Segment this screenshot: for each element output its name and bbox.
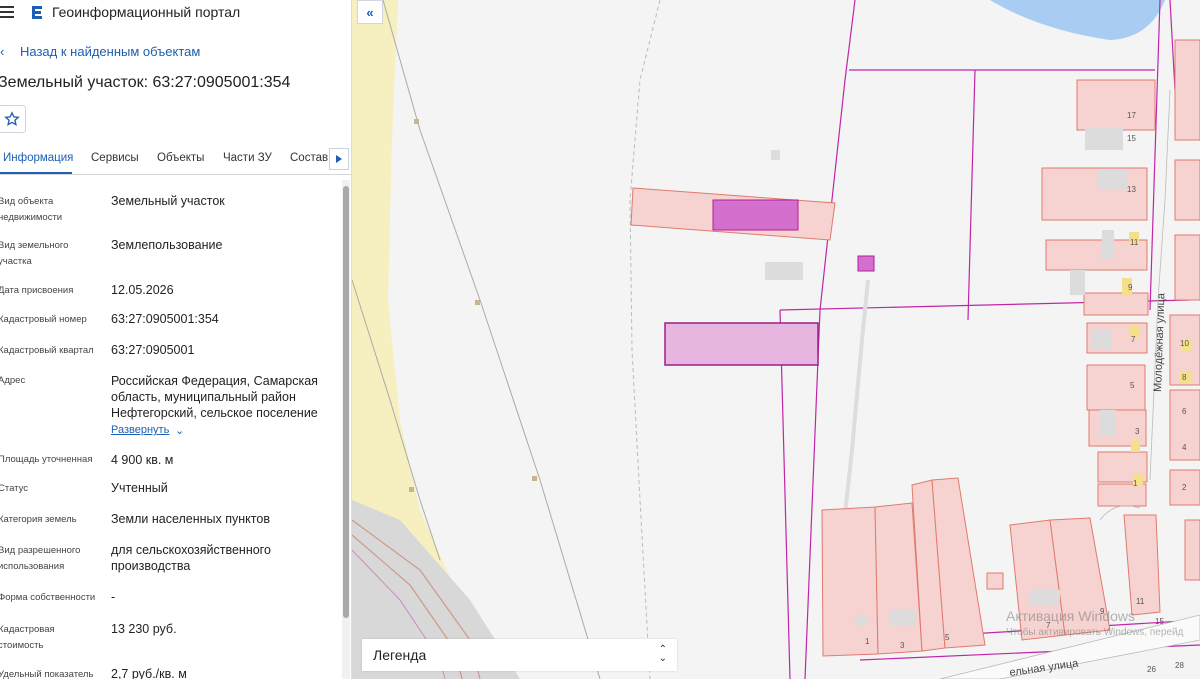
row-value-address: Российская Федерация, Самарская область,…: [111, 374, 318, 420]
svg-text:15: 15: [1127, 134, 1136, 143]
grey-building-1: [765, 262, 803, 280]
row-value-area: 4 900 кв. м: [111, 453, 174, 467]
row-label-object-type: Вид объекта недвижимости: [0, 196, 63, 223]
chevron-right-icon: [336, 155, 342, 163]
portal-logo-icon: [32, 6, 42, 19]
back-label: Назад к найденным объектам: [20, 44, 201, 59]
row-label-parcel-type: Вид земельного участка: [0, 240, 69, 267]
svg-text:6: 6: [1182, 407, 1187, 416]
svg-text:7: 7: [1131, 335, 1136, 344]
svg-text:5: 5: [945, 633, 950, 642]
row-value-cadastral-block: 63:27:0905001: [111, 343, 195, 357]
grey-building-2: [771, 150, 780, 160]
selected-parcel[interactable]: [664, 322, 819, 366]
favorite-button[interactable]: [0, 105, 26, 133]
svg-text:1: 1: [1133, 479, 1138, 488]
row-label-assign-date: Дата присвоения: [0, 285, 74, 296]
svg-text:4: 4: [1182, 443, 1187, 452]
row-label-ownership: Форма собственности: [0, 592, 96, 603]
svg-text:28: 28: [1175, 661, 1184, 670]
svg-text:3: 3: [900, 641, 905, 650]
svg-text:17: 17: [1127, 111, 1136, 120]
tabs-scroll-right-button[interactable]: [329, 148, 349, 170]
collapse-panel-button[interactable]: «: [357, 0, 383, 24]
legend-label: Легенда: [373, 647, 427, 663]
tab-info[interactable]: Информация: [3, 152, 73, 164]
row-label-area: Площадь уточненная: [0, 454, 93, 465]
chevron-down-icon[interactable]: ⌄: [175, 424, 184, 437]
star-icon: [4, 111, 20, 126]
row-label-status: Статус: [0, 483, 29, 494]
page-title: Земельный участок: 63:27:0905001:354: [0, 74, 291, 91]
tab-objects[interactable]: Объекты: [157, 152, 204, 164]
tab-services[interactable]: Сервисы: [91, 152, 139, 164]
row-value-ownership: -: [111, 590, 116, 604]
info-panel: Геоинформационный портал ‹ Назад к найден…: [0, 0, 352, 679]
svg-text:26: 26: [1147, 665, 1156, 674]
row-value-cadastral-value: 13 230 руб.: [111, 622, 177, 636]
row-label-address: Адрес: [0, 375, 26, 386]
svg-text:13: 13: [1127, 185, 1136, 194]
svg-text:15: 15: [1155, 617, 1164, 626]
row-label-cadastral-number: Кадастровый номер: [0, 314, 87, 325]
map-view[interactable]: Молодёжная улица ельная улица 17 15 13 1…: [352, 0, 1200, 679]
expand-link[interactable]: Развернуть: [111, 424, 169, 436]
row-value-cadastral-number: 63:27:0905001:354: [111, 312, 219, 326]
svg-text:3: 3: [1135, 427, 1140, 436]
row-value-object-type: Земельный участок: [111, 194, 225, 208]
panel-scrollbar-thumb[interactable]: [343, 186, 349, 618]
app-title: Геоинформационный портал: [52, 4, 241, 20]
svg-text:1: 1: [865, 637, 870, 646]
windows-activation-subtitle: Чтобы активировать Windows, перейд: [1006, 627, 1184, 638]
row-label-permitted-use: Вид разрешенного использования: [0, 545, 81, 572]
row-label-land-category: Категория земель: [0, 514, 77, 525]
row-value-assign-date: 12.05.2026: [111, 283, 174, 297]
expand-collapse-icon: ⌃ ⌄: [658, 644, 667, 664]
svg-text:5: 5: [1130, 381, 1135, 390]
svg-text:11: 11: [1130, 238, 1139, 247]
row-label-cadastral-value: Кадастровая стоимость: [0, 624, 55, 651]
double-chevron-left-icon: «: [366, 4, 374, 20]
row-value-status: Учтенный: [111, 481, 168, 495]
row-label-unit-value: Удельный показатель: [0, 669, 94, 679]
svg-text:10: 10: [1180, 339, 1189, 348]
svg-text:2: 2: [1182, 483, 1187, 492]
row-value-parcel-type: Землепользование: [111, 238, 223, 252]
row-label-cadastral-block: Кадастровый квартал: [0, 345, 94, 356]
top-bar: Геоинформационный портал: [0, 0, 351, 26]
svg-text:11: 11: [1136, 597, 1145, 606]
tab-composition[interactable]: Состав: [290, 152, 328, 164]
chevron-left-icon: ‹: [0, 44, 5, 59]
row-value-permitted-use: для сельскохозяйственного производства: [111, 543, 271, 573]
building-2: [857, 255, 875, 272]
active-tab-indicator: [0, 172, 72, 174]
building-1: [712, 199, 799, 231]
back-link[interactable]: ‹ Назад к найденным объектам: [0, 44, 200, 59]
windows-activation-title: Активация Windows: [1006, 608, 1136, 624]
map-canvas[interactable]: Молодёжная улица ельная улица 17 15 13 1…: [352, 0, 1200, 679]
row-value-unit-value: 2,7 руб./кв. м: [111, 667, 187, 679]
hamburger-icon[interactable]: [0, 6, 14, 18]
legend-dropdown[interactable]: Легенда ⌃ ⌄: [362, 639, 677, 671]
tab-bar: Информация Сервисы Объекты Части ЗУ Сост…: [0, 146, 351, 175]
row-value-land-category: Земли населенных пунктов: [111, 512, 270, 526]
svg-text:9: 9: [1128, 283, 1133, 292]
svg-text:8: 8: [1182, 373, 1187, 382]
tab-parts[interactable]: Части ЗУ: [223, 152, 272, 164]
